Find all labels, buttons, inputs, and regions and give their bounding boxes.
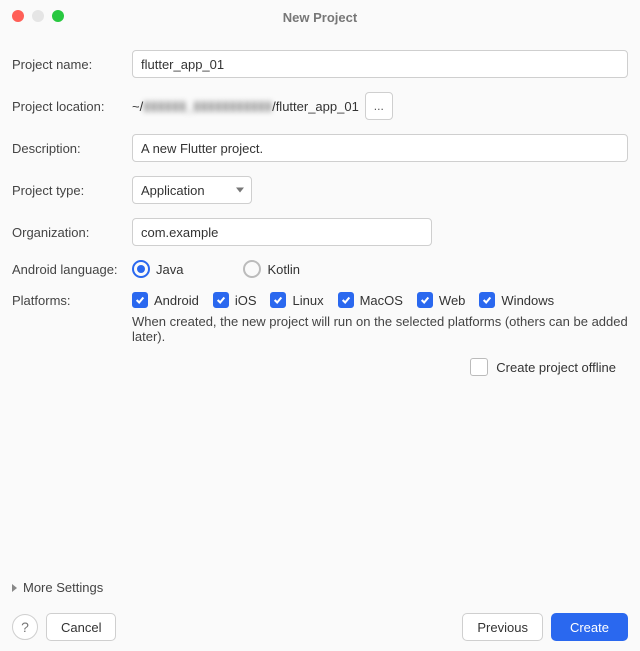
window-title: New Project <box>0 10 640 25</box>
description-label: Description: <box>12 141 132 156</box>
platforms-note: When created, the new project will run o… <box>132 314 628 344</box>
create-offline-label: Create project offline <box>496 360 616 375</box>
location-obscured: ▮▮▮▮▮▮_▮▮▮▮▮▮▮▮▮▮▮ <box>143 98 272 114</box>
previous-button[interactable]: Previous <box>462 613 543 641</box>
more-settings-label: More Settings <box>23 580 103 595</box>
location-prefix: ~/ <box>132 99 143 114</box>
checkbox-label: Linux <box>292 293 323 308</box>
more-settings-toggle[interactable]: More Settings <box>12 580 103 595</box>
browse-location-button[interactable]: ... <box>365 92 393 120</box>
platform-checkbox-linux[interactable]: Linux <box>270 292 323 308</box>
organization-label: Organization: <box>12 225 132 240</box>
project-type-select[interactable]: Application <box>132 176 252 204</box>
android-language-label: Android language: <box>12 262 132 277</box>
checkbox-label: Android <box>154 293 199 308</box>
chevron-right-icon <box>12 584 17 592</box>
platform-checkbox-web[interactable]: Web <box>417 292 466 308</box>
form-area: Project name: Project location: ~/ ▮▮▮▮▮… <box>0 22 640 376</box>
checkbox-label: Web <box>439 293 466 308</box>
cancel-button[interactable]: Cancel <box>46 613 116 641</box>
android-language-radio-group: Java Kotlin <box>132 260 300 278</box>
platforms-label: Platforms: <box>12 293 132 308</box>
footer: ? Cancel Previous Create <box>0 603 640 651</box>
help-button[interactable]: ? <box>12 614 38 640</box>
location-suffix: /flutter_app_01 <box>272 99 359 114</box>
project-name-label: Project name: <box>12 57 132 72</box>
platforms-checkbox-group: Android iOS Linux MacOS Web Windows <box>132 292 554 308</box>
checkbox-label: iOS <box>235 293 257 308</box>
radio-label: Java <box>156 262 183 277</box>
android-language-radio-kotlin[interactable]: Kotlin <box>243 260 300 278</box>
radio-label: Kotlin <box>267 262 300 277</box>
android-language-radio-java[interactable]: Java <box>132 260 183 278</box>
platform-checkbox-macos[interactable]: MacOS <box>338 292 403 308</box>
organization-input[interactable] <box>132 218 432 246</box>
description-input[interactable] <box>132 134 628 162</box>
checkbox-label: Windows <box>501 293 554 308</box>
checkbox-label: MacOS <box>360 293 403 308</box>
project-location-input[interactable]: ~/ ▮▮▮▮▮▮_▮▮▮▮▮▮▮▮▮▮▮ /flutter_app_01 <box>132 98 359 114</box>
project-location-label: Project location: <box>12 99 132 114</box>
platform-checkbox-windows[interactable]: Windows <box>479 292 554 308</box>
create-offline-checkbox[interactable]: Create project offline <box>470 358 616 376</box>
create-button[interactable]: Create <box>551 613 628 641</box>
project-type-label: Project type: <box>12 183 132 198</box>
platform-checkbox-android[interactable]: Android <box>132 292 199 308</box>
platform-checkbox-ios[interactable]: iOS <box>213 292 257 308</box>
project-name-input[interactable] <box>132 50 628 78</box>
